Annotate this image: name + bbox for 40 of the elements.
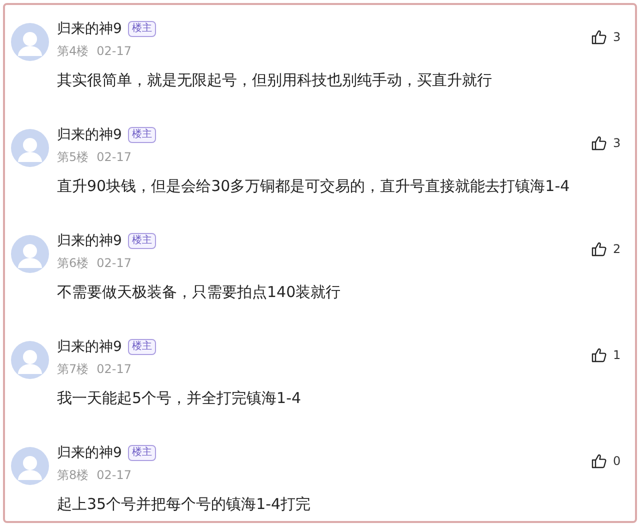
floor-number: 第8楼 [57,467,89,484]
avatar [11,129,49,167]
avatar [11,341,49,379]
author-badge: 楼主 [128,127,156,143]
avatar [11,235,49,273]
like-count: 1 [613,347,621,363]
author-name[interactable]: 归来的神9 [57,124,122,146]
floor-number: 第7楼 [57,361,89,378]
avatar [11,447,49,485]
like-count: 3 [613,135,621,151]
post-date: 02-17 [96,467,132,484]
post-date: 02-17 [96,255,132,272]
avatar [11,23,49,61]
floor-number: 第6楼 [57,255,89,272]
author-name[interactable]: 归来的神9 [57,336,122,358]
floor-number: 第4楼 [57,43,89,60]
comment-text: 我一天能起5个号，并全打完镇海1-4 [57,388,302,409]
like-count: 2 [613,241,621,257]
floor-number: 第5楼 [57,149,89,166]
author-name[interactable]: 归来的神9 [57,442,122,464]
author-badge: 楼主 [128,233,156,249]
comment-text: 起上35个号并把每个号的镇海1-4打完 [57,494,312,515]
author-name[interactable]: 归来的神9 [57,18,122,40]
author-badge: 楼主 [128,21,156,37]
author-badge: 楼主 [128,445,156,461]
comment-text: 其实很简单，就是无限起号，但别用科技也别纯手动，买直升就行 [57,70,493,91]
thumbs-up-icon[interactable] [591,29,607,45]
thumbs-up-icon[interactable] [591,135,607,151]
post-date: 02-17 [96,149,132,166]
thumbs-up-icon[interactable] [591,241,607,257]
comment-text: 直升90块钱，但是会给30多万铜都是可交易的，直升号直接就能去打镇海1-4 [57,176,571,197]
thumbs-up-icon[interactable] [591,347,607,363]
author-name[interactable]: 归来的神9 [57,230,122,252]
thumbs-up-icon[interactable] [591,453,607,469]
post-date: 02-17 [96,361,132,378]
like-count: 0 [613,453,621,469]
comment-text: 不需要做天极装备，只需要拍点140装就行 [57,282,342,303]
post-date: 02-17 [96,43,132,60]
like-count: 3 [613,29,621,45]
author-badge: 楼主 [128,339,156,355]
